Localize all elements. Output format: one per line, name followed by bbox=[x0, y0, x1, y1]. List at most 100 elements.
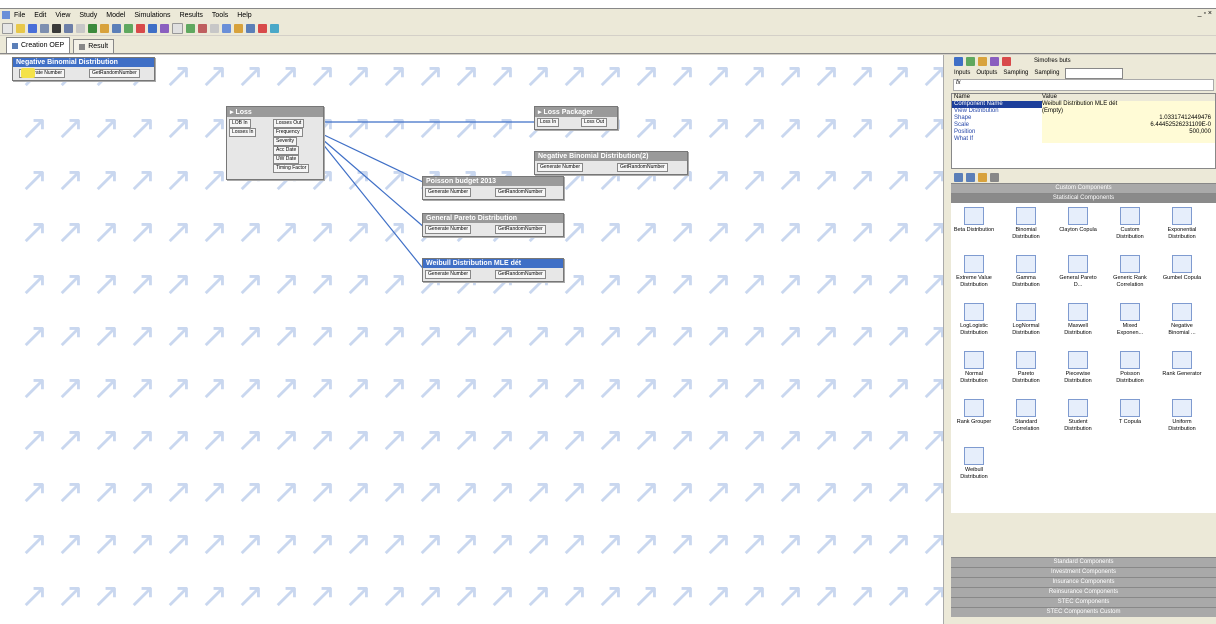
component-item[interactable]: LogNormal Distribution bbox=[1005, 303, 1047, 337]
component-item[interactable]: Gumbel Copula bbox=[1161, 255, 1203, 282]
section-standard-components[interactable]: Standard Components bbox=[951, 557, 1216, 567]
port-severity[interactable]: Severity bbox=[273, 137, 298, 146]
section-stec-components[interactable]: STEC Components bbox=[951, 597, 1216, 607]
component-item[interactable]: Binomial Distribution bbox=[1005, 207, 1047, 241]
port-generate-number[interactable]: Generate Number bbox=[537, 163, 584, 172]
section-stec-components-custom[interactable]: STEC Components Custom bbox=[951, 607, 1216, 617]
grid-row[interactable]: Scale 6.44452526231109E-0 bbox=[952, 122, 1215, 129]
tab-result[interactable]: Result bbox=[73, 39, 115, 53]
panel-tool-icon[interactable] bbox=[954, 56, 963, 66]
component-item[interactable]: Negative Binomial ... bbox=[1161, 303, 1203, 337]
port-get-random-number[interactable]: GetRandomNumber bbox=[495, 188, 546, 197]
port-frequency[interactable]: Frequency bbox=[273, 128, 303, 137]
table-icon[interactable] bbox=[112, 23, 121, 33]
component-item[interactable]: Clayton Copula bbox=[1057, 207, 1099, 234]
tab-creation-oep[interactable]: Creation OEP bbox=[6, 37, 71, 53]
save-icon[interactable] bbox=[28, 23, 37, 33]
component-item[interactable]: Rank Grouper bbox=[953, 399, 995, 426]
copy-icon[interactable] bbox=[64, 23, 73, 33]
port-generate-number[interactable]: Generate Number bbox=[425, 270, 472, 279]
arrange-icon[interactable] bbox=[246, 23, 255, 33]
port-lob-in[interactable]: LOB In bbox=[229, 119, 251, 128]
node-weibull[interactable]: Weibull Distribution MLE dét Generate Nu… bbox=[422, 258, 564, 282]
property-value[interactable]: 1.03317412449476 bbox=[1042, 115, 1215, 122]
delete-icon[interactable] bbox=[258, 23, 267, 33]
bar-chart-icon[interactable] bbox=[100, 23, 109, 33]
component-item[interactable]: Weibull Distribution bbox=[953, 447, 995, 481]
component-item[interactable]: T Copula bbox=[1109, 399, 1151, 426]
port-generate-number[interactable]: Generate Number bbox=[425, 188, 472, 197]
list-icon[interactable] bbox=[966, 172, 975, 182]
property-value[interactable] bbox=[1042, 136, 1215, 143]
component-item[interactable]: Mixed Exponen... bbox=[1109, 303, 1151, 337]
stop-icon[interactable] bbox=[136, 23, 145, 33]
print-icon[interactable] bbox=[40, 23, 49, 33]
menu-edit[interactable]: Edit bbox=[34, 12, 46, 19]
component-item[interactable]: LogLogistic Distribution bbox=[953, 303, 995, 337]
port-get-random-number[interactable]: GetRandomNumber bbox=[495, 270, 546, 279]
node-loss[interactable]: ▸ Loss LOB In Losses In Losses Out Frequ… bbox=[226, 106, 324, 180]
window-controls[interactable]: _ ▫ × bbox=[1198, 10, 1212, 17]
component-item[interactable]: Pareto Distribution bbox=[1005, 351, 1047, 385]
node-poisson[interactable]: Poisson budget 2013 Generate Number GetR… bbox=[422, 176, 564, 200]
panel-tool-icon[interactable] bbox=[990, 56, 999, 66]
menu-model[interactable]: Model bbox=[106, 12, 125, 19]
link-icon[interactable] bbox=[222, 23, 231, 33]
panel-tool-icon[interactable] bbox=[966, 56, 975, 66]
zoom-out-icon[interactable] bbox=[198, 23, 207, 33]
component-item[interactable]: Rank Generator bbox=[1161, 351, 1203, 378]
cut-icon[interactable] bbox=[52, 23, 61, 33]
paste-icon[interactable] bbox=[76, 23, 85, 33]
panel-tool-icon[interactable] bbox=[1002, 56, 1011, 66]
tab-sampling[interactable]: Sampling bbox=[1003, 70, 1028, 76]
new-icon[interactable] bbox=[2, 22, 13, 34]
menu-simulations[interactable]: Simulations bbox=[134, 12, 170, 19]
zoom-in-icon[interactable] bbox=[186, 23, 195, 33]
color-icon[interactable] bbox=[234, 23, 243, 33]
grid-row[interactable]: Position 500,000 bbox=[952, 129, 1215, 136]
section-investment-components[interactable]: Investment Components bbox=[951, 567, 1216, 577]
component-item[interactable]: Gamma Distribution bbox=[1005, 255, 1047, 289]
property-value[interactable]: Weibull Distribution MLE dét bbox=[1042, 101, 1215, 108]
sampling-input[interactable] bbox=[1065, 67, 1124, 79]
component-item[interactable]: Generic Rank Correlation bbox=[1109, 255, 1151, 289]
chart-icon[interactable] bbox=[88, 23, 97, 33]
property-value[interactable]: 6.44452526231109E-0 bbox=[1042, 122, 1215, 129]
property-value[interactable]: (Empty) bbox=[1042, 108, 1215, 115]
tab-inputs[interactable]: Inputs bbox=[954, 70, 970, 76]
node-general-pareto[interactable]: General Pareto Distribution Generate Num… bbox=[422, 213, 564, 237]
component-item[interactable]: Normal Distribution bbox=[953, 351, 995, 385]
options-icon[interactable] bbox=[990, 172, 999, 182]
component-item[interactable]: Student Distribution bbox=[1057, 399, 1099, 433]
grid-row[interactable]: What If bbox=[952, 136, 1215, 143]
grid-row[interactable]: View Distribution (Empty) bbox=[952, 108, 1215, 115]
menu-file[interactable]: File bbox=[14, 12, 25, 19]
port-loss-out[interactable]: Loss Out bbox=[581, 118, 608, 127]
help-icon[interactable] bbox=[270, 23, 279, 33]
filter-icon[interactable] bbox=[160, 23, 169, 33]
component-item[interactable]: General Pareto D... bbox=[1057, 255, 1099, 289]
port-losses-out[interactable]: Losses Out bbox=[273, 119, 305, 128]
component-item[interactable]: Uniform Distribution bbox=[1161, 399, 1203, 433]
port-uw-date[interactable]: UW Date bbox=[273, 155, 300, 164]
model-canvas[interactable]: ↗ ↗ ↗ ↗ ↗ ↗ ↗ ↗ ↗ ↗ ↗ ↗ ↗ ↗ ↗ ↗ ↗ ↗ ↗ ↗ ↗ ↗ ↗ ↗ ↗ ↗ ↗ ↗ ↗ ↗ ↗ ↗ ↗ ↗ ↗ ↗ ↗ ↗ ↗ ↗… bbox=[0, 55, 943, 624]
section-reinsurance-components[interactable]: Reinsurance Components bbox=[951, 587, 1216, 597]
menu-results[interactable]: Results bbox=[180, 12, 203, 19]
formula-bar[interactable]: fx bbox=[953, 79, 1214, 91]
port-losses-in[interactable]: Losses In bbox=[229, 128, 257, 137]
menu-help[interactable]: Help bbox=[237, 12, 251, 19]
layout-icon[interactable] bbox=[210, 23, 219, 33]
port-generate-number[interactable]: Generate Number bbox=[425, 225, 472, 234]
component-item[interactable]: Custom Distribution bbox=[1109, 207, 1151, 241]
port-acc-date[interactable]: Acc Date bbox=[273, 146, 300, 155]
component-item[interactable]: Poisson Distribution bbox=[1109, 351, 1151, 385]
grid-row[interactable]: Shape 1.03317412449476 bbox=[952, 115, 1215, 122]
menu-view[interactable]: View bbox=[55, 12, 70, 19]
property-value[interactable]: 500,000 bbox=[1042, 129, 1215, 136]
port-get-random-number[interactable]: GetRandomNumber bbox=[617, 163, 668, 172]
tab-outputs[interactable]: Outputs bbox=[976, 70, 997, 76]
canvas-scrollbar[interactable] bbox=[943, 55, 951, 624]
section-insurance-components[interactable]: Insurance Components bbox=[951, 577, 1216, 587]
component-item[interactable]: Standard Correlation bbox=[1005, 399, 1047, 433]
section-custom-components[interactable]: Custom Components bbox=[951, 183, 1216, 193]
